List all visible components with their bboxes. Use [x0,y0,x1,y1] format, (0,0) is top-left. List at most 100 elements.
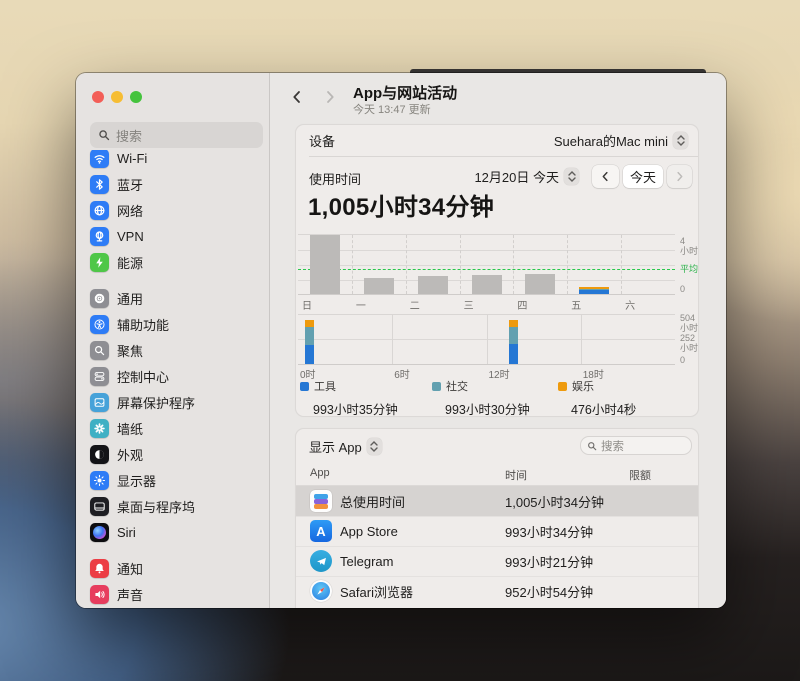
week-bar-五[interactable] [579,287,610,294]
week-bar-二[interactable] [417,276,448,294]
segment-娱乐 [509,320,519,327]
sidebar-nav-scroll[interactable]: Wi-Fi 蓝牙网络 VPN 能源通用辅助功能 聚焦控制中心屏幕保护程序墙纸外观显示器桌… [82,150,263,608]
today-button[interactable]: 今天 [623,165,663,188]
sidebar-item-桌面与程序坞[interactable]: 桌面与程序坞 [82,493,263,519]
zoom-button[interactable] [130,91,142,103]
gridline [351,235,353,294]
back-button[interactable] [286,86,308,108]
divider [309,156,698,157]
column-time: 时间 [505,470,527,482]
search-placeholder: 搜索 [601,440,624,453]
sidebar-item-声音[interactable]: 声音 [82,581,263,607]
hour-axis: 0时 6时 12时 18时 [298,366,675,381]
legend-label: 娱乐 [572,381,594,393]
week-bar-一[interactable] [363,278,394,294]
hourly-usage-chart [298,314,675,365]
table-row-Safari浏览器[interactable]: Safari浏览器 952小时54分钟 [296,576,698,606]
hour-bar-13[interactable] [509,320,519,364]
sidebar-item-label: Wi-Fi [117,150,148,166]
settings-content: App与网站活动 今天 13:47 更新 设备 Suehara的Mac mini… [270,73,726,608]
sidebar-section-gap [82,275,263,285]
week-ytick-4: 4 [680,236,686,246]
sidebar-item-外观[interactable]: 外观 [82,441,263,467]
chevron-up-down-icon [366,438,382,455]
legend-swatch [558,381,567,391]
legend-item-娱乐: 娱乐 476小时4秒 [558,378,636,418]
segment-社交 [509,327,519,344]
screen-time-icon [310,490,332,512]
sidebar-item-label: 显示器 [117,473,157,489]
table-header: App 时间 限额 [296,463,698,485]
table-row-总使用时间[interactable]: 总使用时间 1,005小时34分钟 [296,486,698,516]
gridline [392,315,394,364]
weekday-tick: 三 [463,301,474,312]
sidebar-item-墙纸[interactable]: 墙纸 [82,415,263,441]
sidebar-item-Wi-Fi[interactable]: Wi-Fi [82,150,263,171]
sidebar-item-通知[interactable]: 通知 [82,555,263,581]
legend-total: 993小时30分钟 [445,403,530,417]
legend-swatch [432,381,441,391]
sidebar-item-蓝牙[interactable]: 蓝牙 [82,171,263,197]
hour-bar-0[interactable] [305,320,315,364]
dock-icon [90,496,109,516]
sidebar-item-VPN[interactable]: VPN [82,223,263,249]
next-day-button[interactable] [667,165,692,188]
close-button[interactable] [92,91,104,103]
show-app-label: 显示 App [309,440,362,455]
search-icon [587,441,597,451]
sidebar-search-input[interactable]: 搜索 [90,122,263,148]
sidebar-item-Siri[interactable]: Siri [82,519,263,545]
weekly-usage-chart [298,234,675,295]
app-time: 993小时21分钟 [505,554,594,570]
table-row-App Store[interactable]: A App Store 993小时34分钟 [296,516,698,546]
weekday-tick: 六 [625,301,636,312]
chevron-up-down-icon [673,132,688,149]
safari-icon [310,580,332,602]
sidebar-item-能源[interactable]: 能源 [82,249,263,275]
date-picker[interactable]: 12月20日 今天 [474,167,579,186]
gridline [580,315,582,364]
sidebar-item-label: 能源 [117,255,144,271]
sidebar-item-label: 通用 [117,291,144,307]
day-ytick-0: 0 [680,355,686,365]
app-time: 952小时54分钟 [505,584,594,600]
week-bar-四[interactable] [525,274,556,294]
globe-icon [90,200,109,220]
previous-day-button[interactable] [592,165,619,188]
appearance-icon [90,444,109,464]
gridline [298,250,675,251]
legend-label: 工具 [314,381,336,393]
page-subtitle: 今天 13:47 更新 [353,104,431,116]
show-app-dropdown[interactable]: 显示 App [309,437,382,456]
page-title: App与网站活动 [353,85,458,102]
sidebar-item-控制中心[interactable]: 控制中心 [82,363,263,389]
weekday-tick: 日 [302,301,312,312]
app-search-input[interactable]: 搜索 [580,436,692,455]
app-name: 总使用时间 [340,494,406,510]
day-ytick-252: 252 [680,333,696,343]
minimize-button[interactable] [111,91,123,103]
legend-item-社交: 社交 993小时30分钟 [432,378,530,418]
sidebar-item-通用[interactable]: 通用 [82,285,263,311]
legend-total: 476小时4秒 [571,403,637,417]
app-time: 1,005小时34分钟 [505,494,604,510]
siri-icon [90,522,109,542]
apps-card: 显示 App 搜索 App 时间 限额 总使用时间 1,005小时34分钟 A App… [295,428,699,608]
magnifier-icon [90,340,109,360]
sidebar-item-label: 网络 [117,203,144,219]
sidebar-item-辅助功能[interactable]: 辅助功能 [82,311,263,337]
sidebar-item-label: 控制中心 [117,369,170,385]
segment-工具 [579,290,610,294]
week-bar-日[interactable] [310,235,340,294]
sidebar-item-屏幕保护程序[interactable]: 屏幕保护程序 [82,389,263,415]
table-row-Telegram[interactable]: Telegram 993小时21分钟 [296,546,698,576]
device-selector[interactable]: Suehara的Mac mini [554,131,688,150]
legend-label: 社交 [446,381,468,393]
sidebar-item-label: 墙纸 [117,421,144,437]
sidebar-item-显示器[interactable]: 显示器 [82,467,263,493]
gridline [567,235,569,294]
sidebar-item-聚焦[interactable]: 聚焦 [82,337,263,363]
sidebar-item-网络[interactable]: 网络 [82,197,263,223]
week-bar-三[interactable] [471,275,502,294]
forward-button[interactable] [319,86,341,108]
